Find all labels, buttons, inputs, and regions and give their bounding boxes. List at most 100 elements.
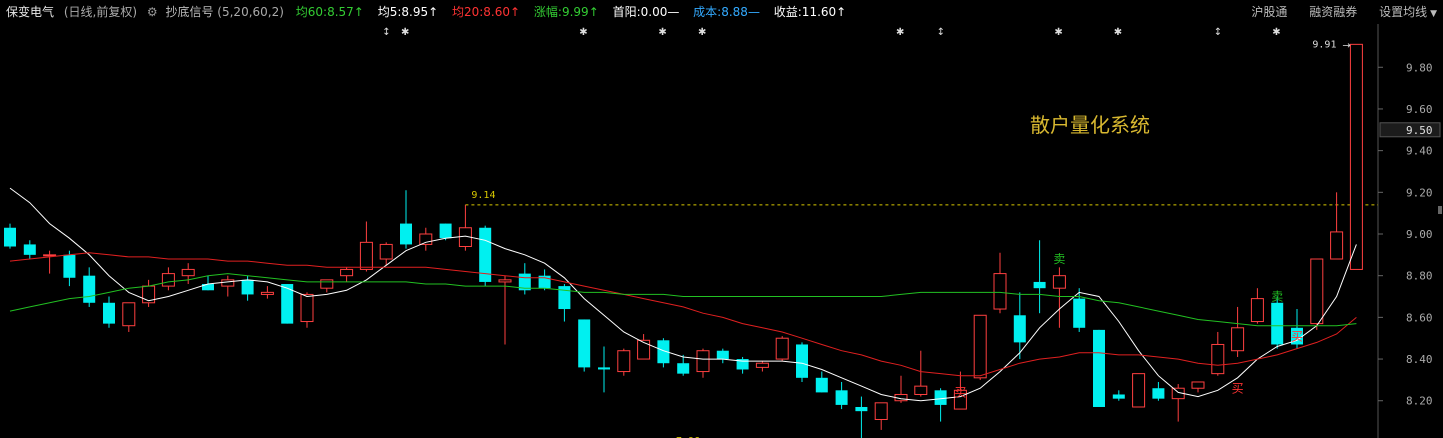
signal-label: 买 [954,386,966,400]
event-star-icon: ✱ [401,27,409,38]
y-tick-label: 8.40 [1406,353,1433,366]
candle-body-down [855,406,868,412]
set-ma-button[interactable]: 设置均线 ▼ [1379,0,1437,26]
ma60-arrow-icon: ↑ [353,5,364,19]
profit-value: 收益:11.60 [773,5,837,19]
candle-body-up [498,279,512,283]
profit-arrow-icon: ↑ [836,5,847,19]
candle-body-down [1112,394,1125,399]
watermark-text: 散户量化系统 [1030,113,1150,137]
candle-body-up [1330,231,1344,260]
candle-body-down [1033,281,1046,289]
candle-body-down [63,254,76,278]
peak-price-label: 9.91 [1312,39,1336,50]
ma20-arrow-icon: ↑ [510,5,521,19]
candle-body-down [1152,388,1165,399]
candle-body-up [161,273,175,287]
ma5-arrow-icon: ↑ [428,5,439,19]
ma20-value: 均20:8.60 [451,5,511,19]
candle-body-up [755,362,769,368]
candle-body-up [320,279,334,289]
candle-body-down [1073,298,1086,328]
candle-body-up [181,268,195,277]
signal-label: 卖 [1271,290,1283,304]
current-price-label: 9.50 [1406,124,1433,137]
hk-connect-button[interactable]: 沪股通 [1251,0,1287,24]
y-tick-label: 8.80 [1406,270,1433,283]
y-tick-label: 8.20 [1406,395,1433,408]
candle-body-up [973,314,987,379]
candle-body-up [775,337,789,360]
candle-body-up [340,268,354,277]
candle-body-down [4,227,16,247]
signal-label: 买 [1291,329,1303,343]
event-star-icon: ✱ [1114,27,1122,38]
candle-body-up [1132,373,1146,408]
first-yang-value: 首阳:0.00 [612,5,668,19]
y-tick-label: 9.00 [1406,228,1433,241]
event-updown-icon: ↕ [1214,27,1222,38]
set-ma-label: 设置均线 [1379,5,1428,19]
first-yang-dash-icon: — [667,5,680,19]
signal-label: 卖 [1053,252,1065,266]
candle-body-down [598,367,610,370]
event-star-icon: ✱ [579,27,587,38]
resize-handle [1438,206,1442,214]
candle-body-down [1271,302,1284,345]
candle-body-down [439,223,452,239]
candle-body-up [300,293,314,323]
event-star-icon: ✱ [896,27,904,38]
kline-chart[interactable]: 9.80 9.60 9.40 9.20 9.00 8.80 8.60 8.40 8.20 9.50… [0,0,1443,438]
candle-body-up [1211,343,1225,375]
candle-body-up [260,291,274,295]
y-tick-label: 9.40 [1406,145,1433,158]
margin-trading-button[interactable]: 融资融券 [1309,0,1357,24]
period-label: (日线,前复权) [63,5,138,19]
ma60-value: 均60:8.57 [295,5,354,19]
cost-dash-icon: — [747,5,760,19]
candle-body-down [578,319,591,368]
indicator-params: (5,20,60,2) [217,5,284,19]
event-star-icon: ✱ [1272,27,1280,38]
stock-name[interactable]: 保变电气 [6,0,54,24]
change-value: 涨幅:9.99 [533,5,589,19]
ma60-line [9,273,1357,327]
candle-body-down [83,275,96,303]
candle-body-down [796,344,808,378]
event-star-icon: ✱ [698,27,706,38]
top-toolbar: 保变电气 (日线,前复权) ⚙ 抄底信号 (5,20,60,2) 均60:8.5… [0,0,1443,24]
event-star-icon: ✱ [658,27,666,38]
candle-body-down [1013,315,1026,343]
candle-body-up [1231,327,1245,352]
y-tick-label: 9.60 [1406,103,1433,116]
candle-body-down [400,223,412,245]
candle-body-up [914,385,928,395]
candle-body-up [1191,381,1205,389]
event-updown-icon: ↕ [937,27,945,38]
gear-icon[interactable]: ⚙ [147,0,158,24]
event-updown-icon: ↕ [382,27,390,38]
y-tick-label: 9.80 [1406,61,1433,74]
y-tick-label: 8.60 [1406,311,1433,324]
candle-body-down [103,302,115,324]
y-tick-label: 9.20 [1406,186,1433,199]
signal-label: 买 [1232,381,1244,395]
candle-body-up [696,350,710,373]
candle-body-up [874,402,888,420]
dropdown-arrow-icon: ▼ [1430,9,1437,19]
candle-body-down [835,390,848,405]
candle-body-up [1052,275,1066,289]
change-arrow-icon: ↑ [588,5,599,19]
candle-body-up [1310,258,1324,325]
cost-value: 成本:8.88 [693,5,748,19]
indicator-name[interactable]: 抄底信号 [165,0,213,24]
candle-body-up [221,279,235,287]
candle-body-up [1250,298,1264,323]
candle-body-up [122,302,136,327]
candle-body-up [617,350,631,373]
candle-body-up [43,254,57,257]
candle-body-up [993,273,1007,310]
candle-body-down [23,244,36,255]
candle-body-up [379,243,393,260]
candle-body-up [359,241,373,270]
